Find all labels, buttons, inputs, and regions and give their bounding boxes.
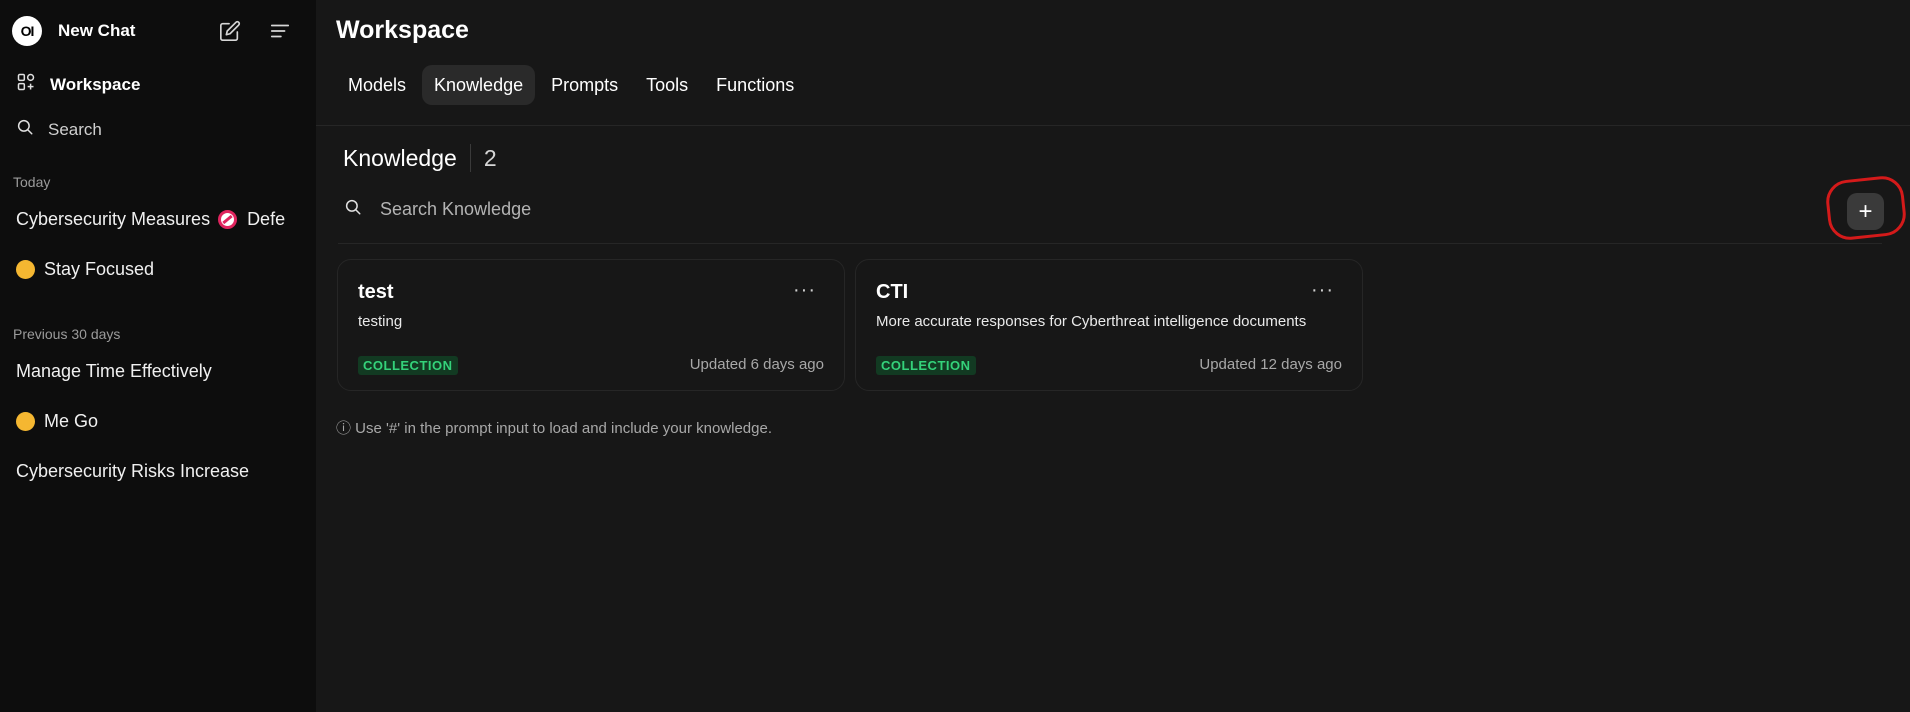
smiling-face-emoji-icon [16,411,35,431]
chat-title: Stay Focused [44,258,155,279]
grinning-face-emoji-icon [16,259,35,279]
knowledge-search [344,198,880,221]
card-title: test [358,281,394,303]
collection-badge: COLLECTION [358,356,458,375]
add-knowledge-button[interactable]: + [1847,193,1884,230]
more-options-icon[interactable]: ··· [1311,280,1334,300]
main-content: Workspace Models Knowledge Prompts Tools… [316,0,1910,712]
divider [338,243,1882,244]
knowledge-header: Knowledge 2 [343,144,497,172]
search-icon [344,198,362,221]
tab-models[interactable]: Models [336,65,418,105]
app-logo: OI [12,16,42,46]
chat-title-suffix: Defe [247,208,286,229]
workspace-icon [16,72,36,97]
chat-title: Cybersecurity Measures [16,208,211,229]
more-options-icon[interactable]: ··· [793,280,816,300]
knowledge-list: test ··· testing COLLECTION Updated 6 da… [337,259,1363,391]
card-title: CTI [876,281,909,303]
sidebar-header: OI New Chat [0,0,316,62]
chat-item[interactable]: Manage Time Effectively [0,346,316,396]
section-heading: Previous 30 days [13,326,121,342]
knowledge-hint: ⓘ Use '#' in the prompt input to load an… [336,420,772,437]
sidebar-item-search[interactable]: Search [0,107,316,152]
section-heading: Today [13,174,51,190]
menu-icon[interactable] [268,19,292,43]
knowledge-card[interactable]: test ··· testing COLLECTION Updated 6 da… [337,259,845,391]
knowledge-card[interactable]: CTI ··· More accurate responses for Cybe… [855,259,1363,391]
section-title: Knowledge [343,144,457,171]
updated-timestamp: Updated 12 days ago [1199,356,1342,373]
item-count: 2 [483,144,497,171]
tab-tools[interactable]: Tools [634,65,700,105]
divider [469,144,471,172]
collection-badge: COLLECTION [876,356,976,375]
updated-timestamp: Updated 6 days ago [689,356,824,373]
sidebar-item-label: Search [48,119,102,139]
chat-title: Me Go [44,410,99,431]
page-title: Workspace [336,16,469,44]
chat-item[interactable]: Stay Focused [0,244,316,294]
workspace-tabs: Models Knowledge Prompts Tools Functions [336,65,806,105]
sidebar: OI New Chat Workspace Search Today Cyber… [0,0,316,712]
card-description: More accurate responses for Cyberthreat … [876,313,1307,330]
chat-item[interactable]: Cybersecurity Measures Defe [0,194,316,244]
tab-knowledge[interactable]: Knowledge [422,65,536,105]
chat-title: Cybersecurity Risks Increase [16,460,250,481]
chat-item[interactable]: Me Go [0,396,316,446]
compose-icon[interactable] [218,19,242,43]
card-description: testing [358,313,403,330]
tab-functions[interactable]: Functions [704,65,806,105]
tab-prompts[interactable]: Prompts [539,65,630,105]
app-window: OI New Chat Workspace Search Today Cyber… [0,0,1910,712]
divider [316,125,1910,126]
no-entry-emoji-icon [218,209,238,229]
sidebar-item-label: Workspace [50,74,141,94]
search-icon [16,118,34,141]
chat-item[interactable]: Cybersecurity Risks Increase [0,446,316,496]
new-chat-link[interactable]: New Chat [58,21,135,41]
search-input[interactable] [380,199,880,220]
sidebar-item-workspace[interactable]: Workspace [0,62,316,107]
chat-title: Manage Time Effectively [16,360,212,381]
